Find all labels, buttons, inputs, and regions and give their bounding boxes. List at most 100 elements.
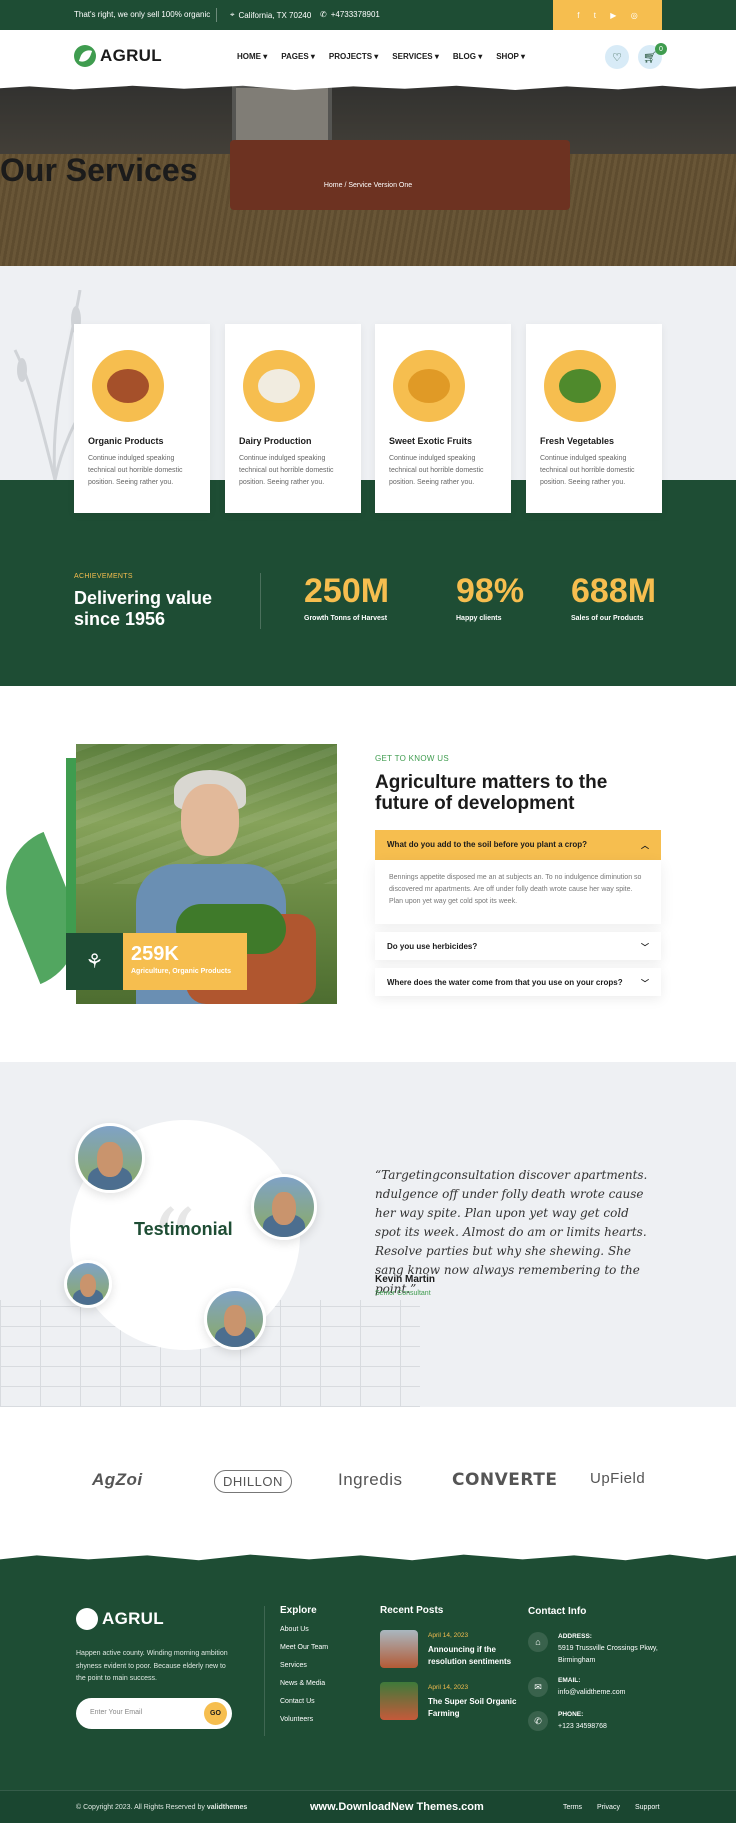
footer-link[interactable]: Meet Our Team (280, 1644, 328, 1651)
footer-link[interactable]: Contact Us (280, 1698, 315, 1705)
brand-logo-agzoi[interactable]: AgZoi (92, 1470, 143, 1490)
copyright-owner[interactable]: validthemes (207, 1804, 247, 1811)
section-title: Agriculture matters to the future of dev… (375, 772, 608, 814)
stat-box-value: 259K (131, 943, 179, 965)
brand-logo-converte[interactable]: CONVERTE (452, 1470, 557, 1490)
nav-projects[interactable]: PROJECTS ▾ (329, 52, 378, 61)
recent-posts-heading: Recent Posts (380, 1605, 444, 1616)
footer-link-terms[interactable]: Terms (563, 1804, 582, 1811)
contact-label: EMAIL: (558, 1677, 581, 1684)
topbar-location: ⌖ California, TX 70240 (230, 10, 311, 20)
vegetable-pile (559, 369, 601, 403)
stat-label: Happy clients (456, 615, 502, 622)
chevron-down-icon: ▾ (263, 52, 268, 61)
contact-value[interactable]: +123 34598768 (558, 1721, 668, 1733)
dairy-image (243, 350, 315, 422)
faq-question: Do you use herbicides? (387, 942, 478, 951)
footer-logo[interactable]: AGRUL (76, 1608, 164, 1630)
stat-value: 98% (456, 572, 525, 610)
cart-count-badge: 0 (655, 43, 667, 55)
brand-logo-dhillon[interactable]: DHILLON (214, 1470, 292, 1493)
brand-logo-upfield[interactable]: UpField (590, 1470, 645, 1487)
nav-blog[interactable]: BLOG ▾ (453, 52, 482, 61)
farmer-icon: ⚘ (66, 933, 123, 990)
topbar-message: That's right, we only sell 100% organic (74, 10, 211, 19)
phone-icon: ✆ (320, 10, 327, 19)
post-title[interactable]: Announcing if the resolution sentiments (428, 1644, 524, 1668)
service-card[interactable]: Organic Products Continue indulged speak… (74, 324, 210, 513)
facebook-icon[interactable]: f (577, 11, 579, 20)
watermark: www.DownloadNew Themes.com (310, 1801, 484, 1813)
copyright-text: © Copyright 2023. All Rights Reserved by (76, 1804, 205, 1811)
footer-link[interactable]: About Us (280, 1626, 309, 1633)
leaf-logo-icon (74, 45, 96, 67)
service-text: Continue indulged speaking technical out… (389, 455, 484, 486)
service-title: Dairy Production (239, 436, 312, 446)
products-stat-box: ⚘ 259K Agriculture, Organic Products (66, 933, 247, 990)
nav-home[interactable]: HOME ▾ (237, 52, 267, 61)
service-card[interactable]: Dairy Production Continue indulged speak… (225, 324, 361, 513)
client-avatar[interactable] (204, 1288, 266, 1350)
contact-value[interactable]: info@validtheme.com (558, 1687, 668, 1699)
main-nav: HOME ▾ PAGES ▾ PROJECTS ▾ SERVICES ▾ BLO… (237, 52, 525, 61)
topbar-phone[interactable]: ✆ +4733378901 (320, 10, 380, 19)
service-card[interactable]: Sweet Exotic Fruits Continue indulged sp… (375, 324, 511, 513)
nav-blog-label: BLOG (452, 52, 476, 61)
vegetables-image (544, 350, 616, 422)
contact-value: 5919 Trussville Crossings Pkwy, Birmingh… (558, 1645, 658, 1664)
stat-label: Sales of our Products (571, 615, 644, 622)
cart-icon: 🛒︎ (643, 51, 657, 64)
breadcrumb[interactable]: Home / Service Version One (0, 182, 736, 189)
stat-box-content: 259K Agriculture, Organic Products (123, 933, 247, 990)
service-title: Sweet Exotic Fruits (389, 436, 473, 446)
footer-link-support[interactable]: Support (635, 1804, 660, 1811)
stat-box-label: Agriculture, Organic Products (131, 968, 231, 975)
newsletter-submit-button[interactable]: GO (204, 1702, 227, 1725)
spices-image (92, 350, 164, 422)
twitter-icon[interactable]: t (594, 11, 596, 20)
nav-services[interactable]: SERVICES ▾ (392, 52, 439, 61)
post-thumbnail[interactable] (380, 1682, 418, 1720)
author-role: Senior Consultant (375, 1290, 431, 1297)
achievements-label: ACHIEVEMENTS (74, 573, 133, 580)
chevron-down-icon: ﹀ (641, 979, 649, 988)
client-avatar[interactable] (75, 1123, 145, 1193)
nav-pages[interactable]: PAGES ▾ (281, 52, 315, 61)
map-pin-icon: ⌖ (230, 10, 235, 19)
service-title: Fresh Vegetables (540, 436, 615, 446)
copyright: © Copyright 2023. All Rights Reserved by… (76, 1804, 247, 1811)
client-avatar[interactable] (251, 1174, 317, 1240)
chevron-down-icon: ﹀ (641, 943, 649, 952)
honey-jar (408, 369, 450, 403)
quote-icon: “ (150, 1190, 197, 1295)
nav-shop[interactable]: SHOP ▾ (496, 52, 525, 61)
footer-link[interactable]: Services (280, 1662, 307, 1669)
farmer-head (181, 784, 239, 856)
footer-link-privacy[interactable]: Privacy (597, 1804, 620, 1811)
youtube-icon[interactable]: ▶ (610, 11, 616, 20)
client-avatar[interactable] (64, 1260, 112, 1308)
faq-item-open[interactable]: What do you add to the soil before you p… (375, 830, 661, 860)
service-text: Continue indulged speaking technical out… (88, 455, 183, 486)
post-thumbnail[interactable] (380, 1630, 418, 1668)
phone-text[interactable]: +4733378901 (331, 10, 380, 19)
footer-link[interactable]: News & Media (280, 1680, 325, 1687)
nav-pages-label: PAGES (281, 52, 309, 61)
footer-link[interactable]: Volunteers (280, 1716, 313, 1723)
avatar-face (79, 1273, 97, 1297)
post-date: April 14, 2023 (428, 1684, 469, 1691)
chevron-down-icon: ▾ (374, 52, 379, 61)
post-title[interactable]: The Super Soil Organic Farming (428, 1696, 524, 1720)
faq-item[interactable]: Where does the water come from that you … (375, 968, 661, 996)
site-logo[interactable]: AGRUL (74, 45, 162, 67)
brand-name: AGRUL (102, 1609, 164, 1628)
email-icon: ✉ (528, 1677, 548, 1697)
service-title: Organic Products (88, 436, 164, 446)
service-card[interactable]: Fresh Vegetables Continue indulged speak… (526, 324, 662, 513)
wishlist-button[interactable]: ♡ (605, 45, 629, 69)
spice-bowl (107, 369, 149, 403)
faq-item[interactable]: Do you use herbicides? ﹀ (375, 932, 661, 960)
brand-logo-ingredis[interactable]: Ingredis (338, 1470, 402, 1490)
instagram-icon[interactable]: ◎ (631, 11, 638, 20)
explore-heading: Explore (280, 1605, 317, 1616)
